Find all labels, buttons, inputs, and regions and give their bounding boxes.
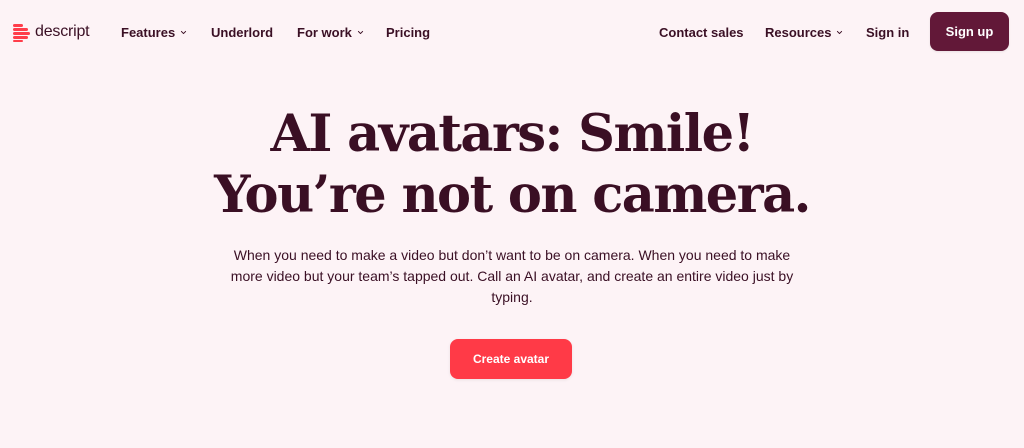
sign-in-link[interactable]: Sign in — [866, 23, 909, 41]
descript-logo-icon — [13, 23, 31, 42]
nav-for-work-label: For work — [297, 24, 352, 40]
top-nav: descript Features Underlord For work Pri… — [0, 0, 1024, 64]
chevron-down-icon — [837, 30, 843, 34]
descript-logo[interactable]: descript — [13, 21, 90, 43]
hero-headline-line-1: AI avatars: Smile! — [270, 104, 755, 164]
chevron-down-icon — [357, 30, 363, 34]
nav-features[interactable]: Features — [121, 23, 187, 41]
hero-headline-line-2: You’re not on camera. — [214, 165, 811, 225]
nav-contact-sales[interactable]: Contact sales — [659, 23, 744, 41]
hero-subtitle: When you need to make a video but don’t … — [230, 247, 794, 305]
nav-pricing[interactable]: Pricing — [386, 23, 430, 41]
nav-resources-label: Resources — [765, 24, 832, 40]
brand-name: descript — [35, 23, 90, 40]
nav-underlord[interactable]: Underlord — [211, 23, 273, 41]
sign-up-button[interactable]: Sign up — [930, 12, 1009, 51]
nav-features-label: Features — [121, 24, 176, 40]
create-avatar-button[interactable]: Create avatar — [450, 339, 572, 379]
nav-resources[interactable]: Resources — [765, 23, 843, 41]
page: descript Features Underlord For work Pri… — [0, 0, 1024, 448]
hero-headline: AI avatars: Smile! You’re not on camera. — [0, 104, 1024, 226]
chevron-down-icon — [181, 30, 187, 34]
nav-for-work[interactable]: For work — [297, 23, 364, 41]
